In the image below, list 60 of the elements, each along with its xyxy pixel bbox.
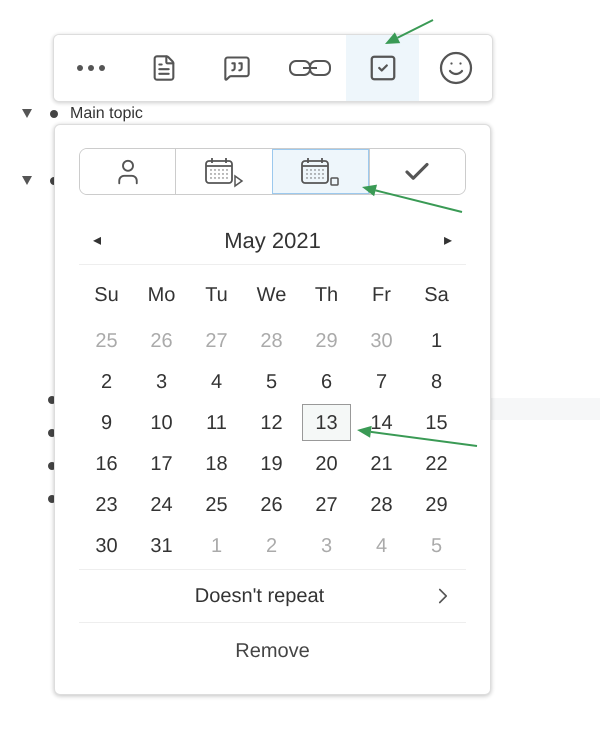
day-cell[interactable]: 9 (82, 404, 131, 441)
weekday-label: Th (314, 283, 340, 308)
bullet-icon (50, 110, 58, 118)
day-cell[interactable]: 14 (357, 404, 406, 441)
weekday-label: Tu (204, 283, 229, 308)
day-cell[interactable]: 23 (82, 486, 131, 523)
day-cell[interactable]: 20 (302, 445, 351, 482)
weekday-label: Fr (371, 283, 392, 308)
more-icon (76, 64, 106, 72)
month-title: May 2021 (224, 227, 321, 255)
day-cell[interactable]: 28 (357, 486, 406, 523)
day-cell[interactable]: 31 (137, 527, 186, 564)
day-cell[interactable]: 2 (82, 363, 131, 400)
remove-button[interactable]: Remove (79, 623, 466, 679)
weekday-label: Su (93, 283, 120, 308)
day-cell[interactable]: 18 (192, 445, 241, 482)
day-cell[interactable]: 17 (137, 445, 186, 482)
day-cell[interactable]: 29 (412, 486, 461, 523)
toolbar-button[interactable] (419, 35, 492, 101)
day-cell[interactable]: 11 (192, 404, 241, 441)
checkbox-icon (368, 53, 398, 83)
day-cell[interactable]: 13 (302, 404, 351, 441)
annotation-arrow (385, 19, 434, 44)
topic-text: Main topic (70, 104, 143, 123)
weekday-label: Mo (146, 283, 176, 308)
calendar-play-icon (204, 156, 244, 188)
day-cell[interactable]: 3 (137, 363, 186, 400)
quote-bubble-icon (222, 54, 250, 82)
calendar-square-icon (300, 156, 340, 188)
day-cell[interactable]: 22 (412, 445, 461, 482)
day-cell[interactable]: 5 (247, 363, 296, 400)
toolbar-button[interactable] (346, 35, 419, 101)
day-cell[interactable]: 25 (192, 486, 241, 523)
expanded-triangle-icon[interactable] (22, 109, 32, 118)
next-month-button[interactable]: ▸ (444, 228, 452, 252)
mode-tab[interactable] (272, 149, 369, 194)
day-cell[interactable]: 21 (357, 445, 406, 482)
day-cell[interactable]: 1 (412, 322, 461, 359)
repeat-row[interactable]: Doesn't repeat (79, 569, 466, 623)
day-cell[interactable]: 8 (412, 363, 461, 400)
day-cell[interactable]: 30 (82, 527, 131, 564)
toolbar-button[interactable] (273, 35, 346, 101)
day-cell[interactable]: 7 (357, 363, 406, 400)
smiley-icon (438, 50, 474, 86)
day-cell[interactable]: 15 (412, 404, 461, 441)
day-cell[interactable]: 12 (247, 404, 296, 441)
day-cell[interactable]: 4 (192, 363, 241, 400)
day-cell[interactable]: 27 (302, 486, 351, 523)
day-cell[interactable]: 10 (137, 404, 186, 441)
day-cell[interactable]: 16 (82, 445, 131, 482)
weekday-label: We (256, 283, 288, 308)
link-icon (288, 59, 330, 77)
mode-tab[interactable] (368, 149, 465, 194)
day-cell[interactable]: 26 (247, 486, 296, 523)
day-cell[interactable]: 24 (137, 486, 186, 523)
weekday-label: Sa (423, 283, 450, 308)
day-cell[interactable]: 19 (247, 445, 296, 482)
previous-month-button[interactable]: ◂ (93, 228, 101, 252)
expanded-triangle-icon[interactable] (22, 176, 32, 185)
day-cell[interactable]: 6 (302, 363, 351, 400)
